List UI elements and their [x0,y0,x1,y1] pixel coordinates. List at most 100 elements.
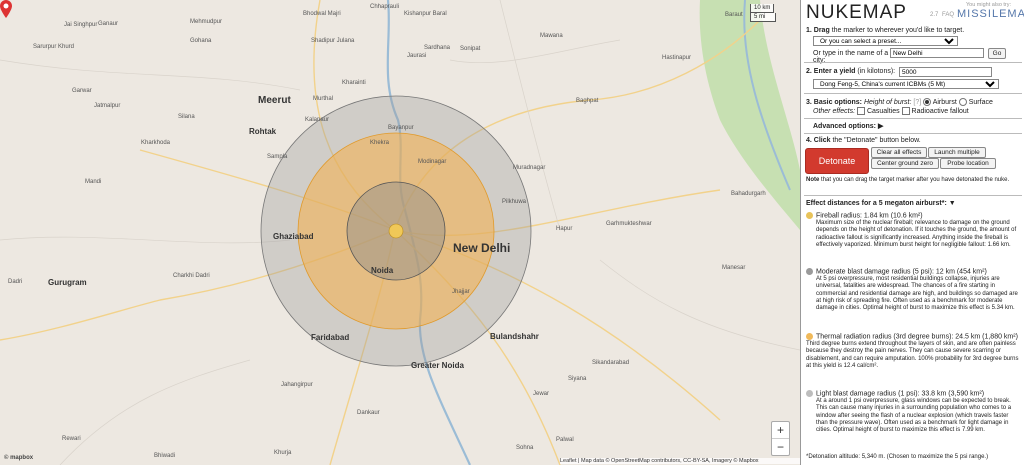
place-label: Sardhana [424,45,451,51]
advanced-options-toggle[interactable]: Advanced options: ▶ [813,122,1024,130]
place-label: Pilkhuwa [502,199,527,205]
map-canvas[interactable]: Chhaprauli Kishanpur Baral Bhodwal Majri Me… [0,0,800,465]
go-button[interactable]: Go [988,48,1006,59]
effects-heading[interactable]: Effect distances for a 5 megaton airburs… [806,200,1020,207]
surface-radio[interactable] [958,98,967,106]
thermal-legend-dot [806,333,813,340]
place-label: Kharkhoda [141,140,171,146]
map-attribution[interactable]: Leaflet | Map data © OpenStreetMap contr… [560,458,800,464]
fireball-legend-dot [806,212,813,219]
note-text: Note that you can drag the target marker… [806,177,1020,184]
place-label: New Delhi [453,241,511,255]
divider [804,133,1022,134]
fireball-ring [388,223,404,239]
place-label: Sarurpur Khurd [33,44,75,50]
place-label: Dadri [8,279,23,285]
place-label: Chhaprauli [370,4,400,10]
effect-desc: At 5 psi overpressure, most residential … [816,275,1018,312]
step2-label: 2. Enter a yield [806,68,856,75]
step3-label: 3. Basic options: [806,98,863,106]
place-label: Silana [178,114,195,120]
place-label: Sonipat [460,46,481,52]
place-label: Sampla [267,154,288,160]
step1-label: 1. Drag [806,27,830,34]
mapbox-logo[interactable]: © mapbox [4,455,33,461]
casualties-checkbox[interactable] [856,107,865,115]
app-title: NUKEMAP [806,2,907,23]
effect-light-blast: Light blast damage radius (1 psi): 33.8 … [806,390,1020,435]
clear-effects-button[interactable]: Clear all effects [871,147,927,158]
airburst-label: Airburst [932,98,957,106]
effect-fireball: Fireball radius: 1.84 km (10.6 km²) Maxi… [806,212,1020,249]
place-label: Jewar [533,391,550,397]
place-label: Muradnagar [513,165,546,171]
place-label: Mandi [85,179,102,185]
place-label: Jahangirpur [281,382,313,388]
place-label: Ganaur [98,21,119,27]
place-label: Ghaziabad [273,232,314,241]
probe-location-button[interactable]: Probe location [940,158,996,169]
place-label: Faridabad [311,333,350,342]
help-link[interactable]: [?] [913,99,921,106]
faq-link[interactable]: FAQ [942,12,954,18]
place-label: Dankaur [357,410,380,416]
yield-preset-select[interactable]: Dong Feng-5, China's current ICBMs (5 Mt… [813,79,999,89]
casualties-label: Casualties [866,107,900,115]
zoom-out-button[interactable]: − [772,438,789,455]
launch-multiple-button[interactable]: Launch multiple [928,147,986,158]
place-label: Jai Singhpur [64,22,98,28]
place-label: Palwal [556,437,574,443]
place-label: Bhiwadi [154,453,176,459]
note-body: that you can drag the target marker afte… [821,177,1010,183]
scale-mi: 5 mi [750,13,776,22]
yield-input[interactable] [899,67,992,77]
other-label: Other effects: [813,107,856,115]
step4-text: the "Detonate" button below. [832,137,921,144]
divider [804,195,1022,196]
airburst-radio[interactable] [923,98,932,106]
fallout-checkbox[interactable] [901,107,910,115]
place-label: Kharainti [342,80,366,86]
step4-instruction: 4. Click the "Detonate" button below. [806,137,1020,144]
light-blast-legend-dot [806,390,813,397]
missilemap-link[interactable]: MISSILEMAP [957,8,1024,20]
place-label: Mehmudpur [190,19,223,25]
detonate-button[interactable]: Detonate [805,148,869,174]
place-label: Khekra [370,140,390,146]
city-input[interactable] [890,48,984,58]
place-label: Bayanpur [388,125,414,131]
note-label: Note [806,177,820,183]
place-label: Charkhi Dadri [173,273,210,279]
step4-label: 4. Click [806,137,831,144]
control-panel: NUKEMAP 2.7 FAQ You might also try: MISS… [800,0,1024,465]
effect-title: Fireball radius: 1.84 km (10.6 km²) [816,212,923,220]
center-ground-zero-button[interactable]: Center ground zero [871,158,939,169]
place-label: Garwar [72,88,92,94]
step2-unit: (in kilotons): [857,68,896,75]
preset-select[interactable]: Or you can select a preset... [813,36,958,46]
zoom-in-button[interactable]: + [772,422,789,438]
place-label: Siyana [568,376,587,382]
place-label: Bhodwal Majri [303,11,341,17]
place-label: Greater Noida [411,361,464,370]
zoom-control: + − [771,421,790,456]
place-label: Jaurasi [407,53,427,59]
effect-title: Light blast damage radius (1 psi): 33.8 … [816,390,985,398]
place-label: Hapur [556,226,573,232]
place-label: Meerut [258,95,291,106]
place-label: Murthal [313,96,334,102]
effect-desc: Third degree burns extend throughout the… [806,340,1019,369]
divider [804,118,1022,119]
target-marker-icon[interactable] [0,0,12,18]
effect-desc: At a around 1 psi overpressure, glass wi… [816,397,1012,434]
divider [804,93,1022,94]
effect-moderate-blast: Moderate blast damage radius (5 psi): 12… [806,268,1020,313]
place-label: Khurja [274,450,292,456]
height-label: Height of burst: [863,98,912,106]
place-label: Baghpat [576,98,599,104]
step3-row1: 3. Basic options: Height of burst: [?] A… [806,98,1020,106]
place-label: Rohtak [249,127,277,136]
place-label: Jatmalpur [94,103,121,109]
place-label: Baraut [725,12,743,18]
place-label: Manesar [722,265,746,271]
